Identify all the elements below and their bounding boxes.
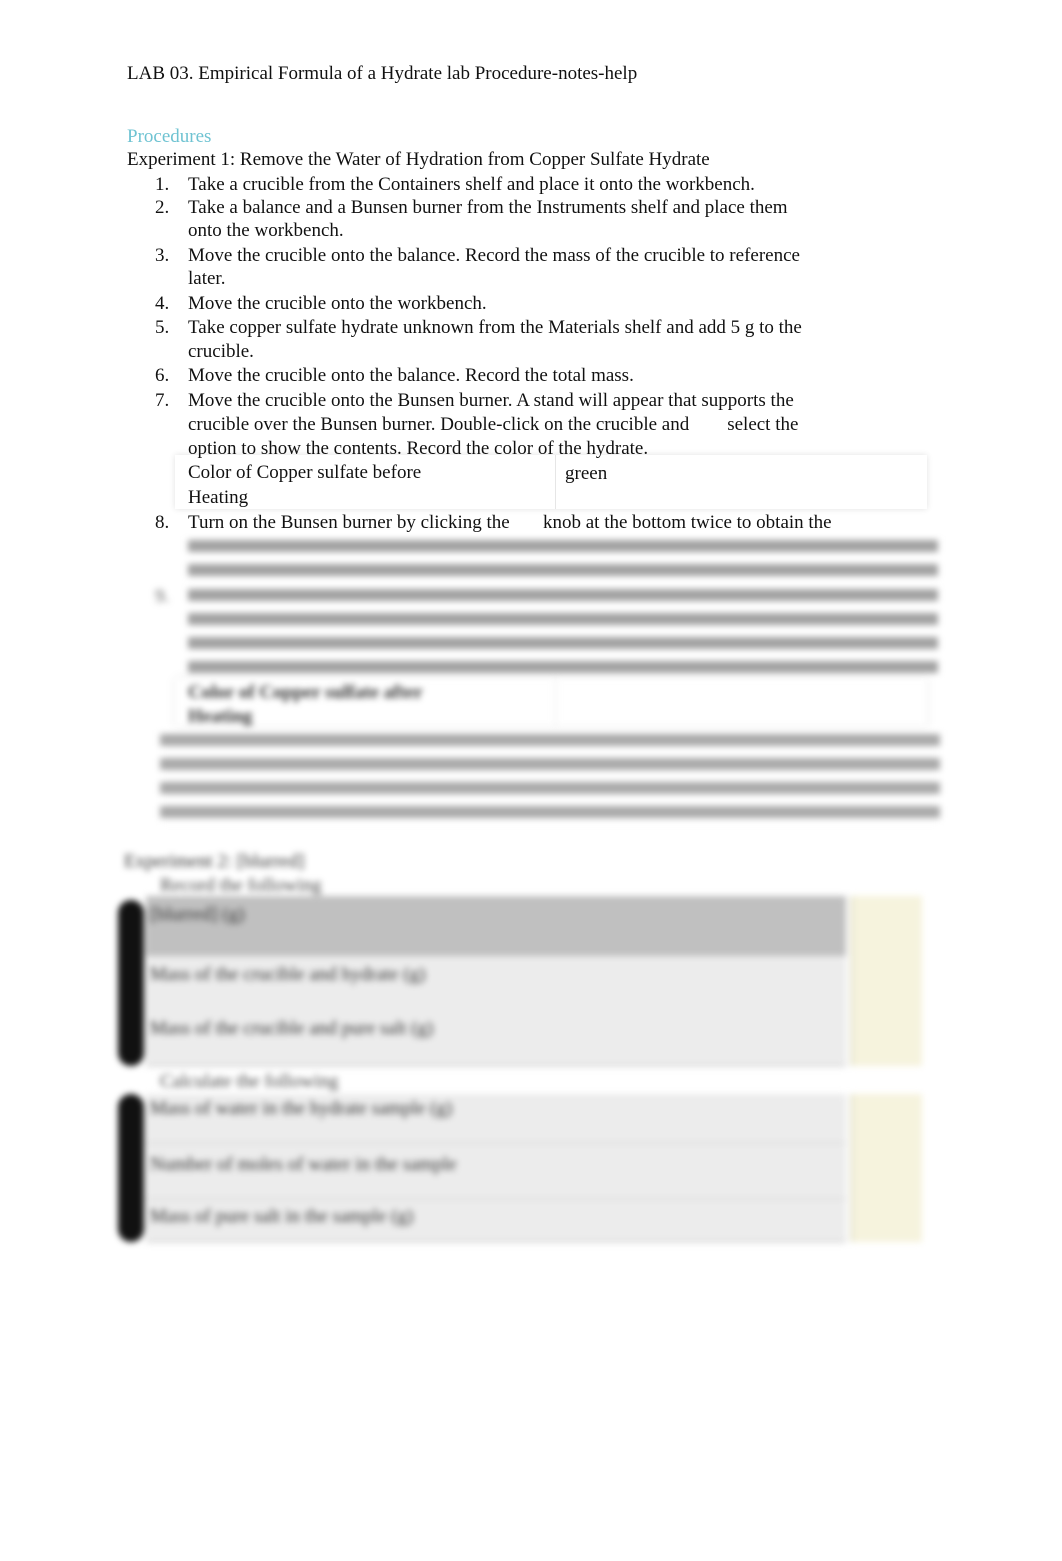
table-row: [blurred] (g) — [146, 896, 846, 959]
steps-10-12 — [160, 730, 940, 826]
step-3-text: Move the crucible onto the balance. Reco… — [188, 245, 800, 266]
step-1-text: Take a crucible from the Containers shel… — [188, 174, 755, 195]
table-bar — [118, 1094, 144, 1242]
row-label: [blurred] (g) — [150, 904, 245, 925]
step-number: 9. — [155, 586, 170, 607]
step-5-text-cont: crucible. — [188, 341, 254, 362]
table-divider — [555, 678, 556, 726]
step-number: 1. — [155, 174, 170, 195]
value-column — [850, 896, 922, 1066]
step-number: 5. — [155, 317, 170, 338]
step-number: 8. — [155, 512, 170, 533]
step-2-text-cont: onto the workbench. — [188, 220, 344, 241]
row-label: Number of moles of water in the sample — [150, 1154, 457, 1175]
table-row: Mass of the crucible and pure salt (g) — [146, 1010, 846, 1067]
step-7-text-cont: crucible over the Bunsen burner. Double-… — [188, 414, 799, 435]
step-8-text: Turn on the Bunsen burner by clicking th… — [188, 512, 832, 533]
step-3-text-cont: later. — [188, 268, 226, 289]
step-4-text: Move the crucible onto the workbench. — [188, 293, 487, 314]
table-row: Number of moles of water in the sample — [146, 1144, 846, 1201]
step-number: 2. — [155, 197, 170, 218]
document-title: LAB 03. Empirical Formula of a Hydrate l… — [127, 63, 638, 84]
color-after-label: Color of Copper sulfate after — [188, 682, 423, 703]
record-table: [blurred] (g) Mass of the crucible and h… — [118, 896, 930, 1067]
row-label: Mass of pure salt in the sample (g) — [150, 1206, 414, 1227]
row-label: Mass of the crucible and hydrate (g) — [150, 964, 426, 985]
color-before-value: green — [565, 463, 608, 484]
experiment-2-heading: Experiment 2: [blurred] — [124, 851, 305, 872]
table-bar — [118, 900, 144, 1066]
row-label: Mass of the crucible and pure salt (g) — [150, 1018, 434, 1039]
step-5-text: Take copper sulfate hydrate unknown from… — [188, 317, 802, 338]
step-number: 7. — [155, 390, 170, 411]
color-before-label: Color of Copper sulfate before — [188, 462, 422, 483]
step-7-text: Move the crucible onto the Bunsen burner… — [188, 390, 794, 411]
step-number: 4. — [155, 293, 170, 314]
step-number: 6. — [155, 365, 170, 386]
color-before-label-cont: Heating — [188, 487, 249, 508]
color-after-label-cont: Heating — [188, 706, 253, 727]
record-heading: Record the following — [160, 875, 322, 896]
step-8-continuation — [188, 536, 938, 584]
row-label: Mass of water in the hydrate sample (g) — [150, 1098, 453, 1119]
calculate-table: Mass of water in the hydrate sample (g) … — [118, 1094, 930, 1243]
table-row: Mass of the crucible and hydrate (g) — [146, 956, 846, 1013]
calculate-heading: Calculate the following — [160, 1071, 339, 1092]
step-2-text: Take a balance and a Bunsen burner from … — [188, 197, 788, 218]
step-9-text — [188, 585, 938, 681]
value-column — [850, 1094, 922, 1242]
experiment-1-heading: Experiment 1: Remove the Water of Hydrat… — [127, 149, 710, 170]
table-row: Mass of pure salt in the sample (g) — [146, 1200, 846, 1243]
step-number: 3. — [155, 245, 170, 266]
table-row: Mass of water in the hydrate sample (g) — [146, 1094, 846, 1145]
step-6-text: Move the crucible onto the balance. Reco… — [188, 365, 634, 386]
section-heading-procedures: Procedures — [127, 126, 212, 147]
table-divider — [555, 455, 556, 509]
